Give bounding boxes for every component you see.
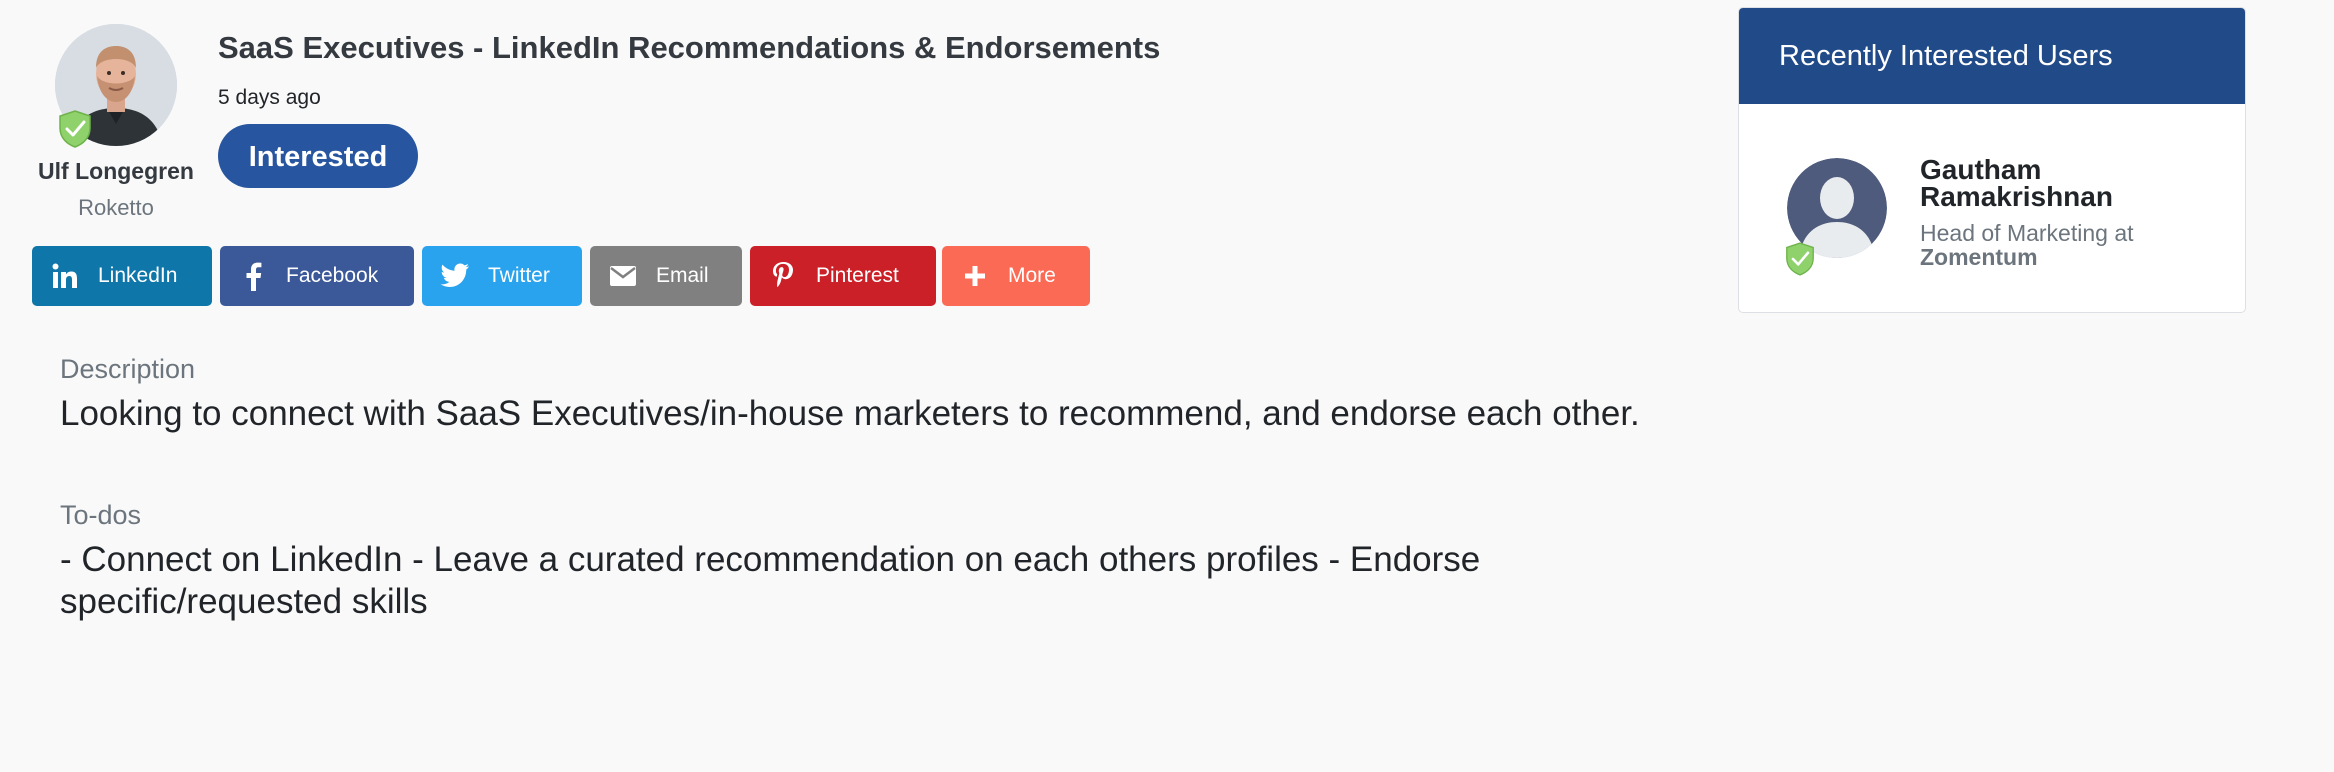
author-avatar-wrap[interactable] <box>55 24 177 148</box>
user-avatar-wrap[interactable] <box>1786 158 1887 276</box>
post-title: SaaS Executives - LinkedIn Recommendatio… <box>218 30 1161 65</box>
author-name[interactable]: Ulf Longegren <box>30 158 202 185</box>
share-pinterest-button[interactable]: Pinterest <box>750 246 936 306</box>
share-email-button[interactable]: Email <box>590 246 742 306</box>
share-email-label: Email <box>656 264 709 287</box>
share-facebook-label: Facebook <box>286 264 379 287</box>
interested-user-title: Head of Marketing at <box>1920 220 2134 246</box>
post-timestamp: 5 days ago <box>218 86 321 109</box>
facebook-icon <box>238 261 268 291</box>
recently-interested-panel: Recently Interested Users Gautham Ramakr… <box>1738 7 2246 313</box>
interested-user-card[interactable]: Gautham Ramakrishnan Head of Marketing a… <box>1739 104 2245 312</box>
verified-shield-icon <box>59 110 91 148</box>
twitter-bird-icon <box>440 261 470 291</box>
share-facebook-button[interactable]: Facebook <box>220 246 414 306</box>
interested-button[interactable]: Interested <box>218 124 418 188</box>
todos-text: - Connect on LinkedIn - Leave a curated … <box>60 540 1481 621</box>
envelope-icon <box>608 261 638 291</box>
plus-icon <box>960 261 990 291</box>
interested-user-name[interactable]: Gautham Ramakrishnan <box>1920 156 2200 211</box>
share-twitter-button[interactable]: Twitter <box>422 246 582 306</box>
description-text: Looking to connect with SaaS Executives/… <box>60 394 1640 433</box>
interested-user-company: Zomentum <box>1920 244 2038 270</box>
share-twitter-label: Twitter <box>488 264 550 287</box>
linkedin-icon <box>50 261 80 291</box>
share-more-label: More <box>1008 264 1056 287</box>
author-block: Ulf Longegren Roketto <box>30 24 202 221</box>
author-company: Roketto <box>78 195 154 220</box>
share-linkedin-label: LinkedIn <box>98 264 178 287</box>
verified-shield-icon <box>1786 242 1814 276</box>
panel-title: Recently Interested Users <box>1739 8 2245 104</box>
todos-label: To-dos <box>60 500 142 530</box>
pinterest-icon <box>768 261 798 291</box>
share-pinterest-label: Pinterest <box>816 264 899 287</box>
share-more-button[interactable]: More <box>942 246 1090 306</box>
interested-user-role: Head of Marketing at Zomentum <box>1920 221 2220 269</box>
share-linkedin-button[interactable]: LinkedIn <box>32 246 212 306</box>
page: Ulf Longegren Roketto SaaS Executives - … <box>0 0 2334 772</box>
description-label: Description <box>60 354 196 384</box>
